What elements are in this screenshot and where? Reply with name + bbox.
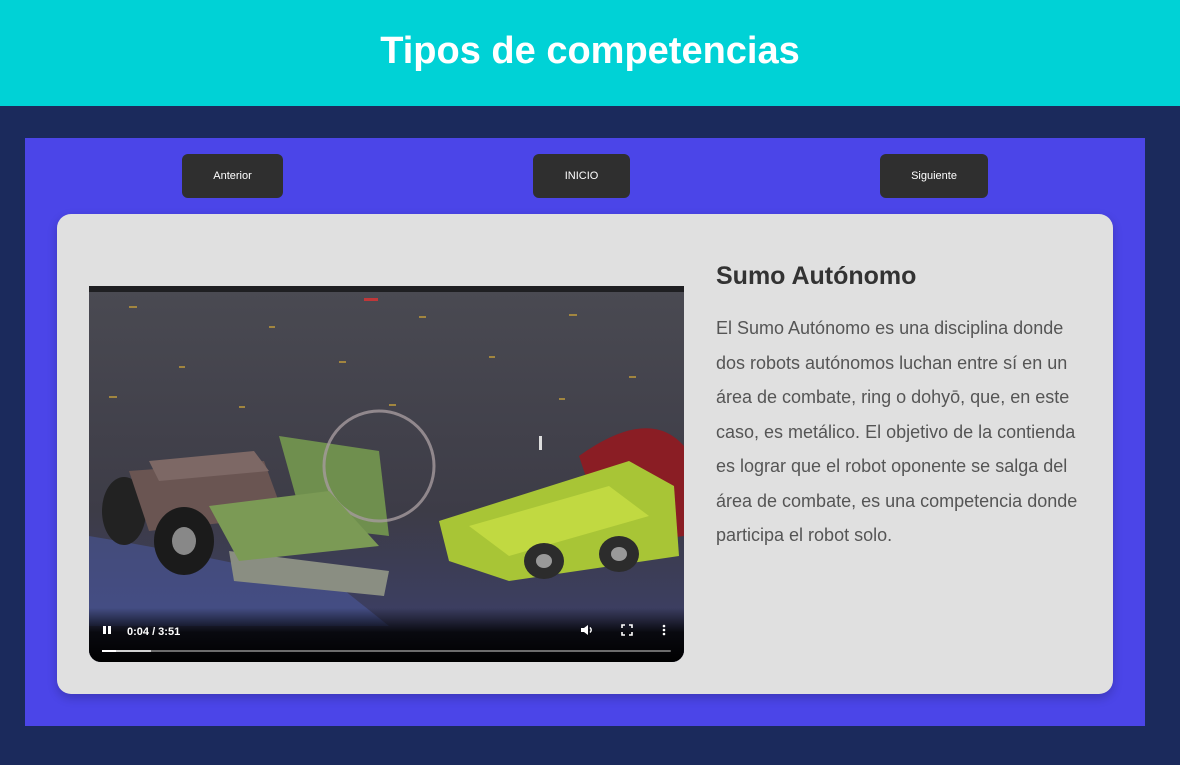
video-player[interactable]: 0:04 / 3:51 — [89, 286, 684, 662]
more-options-icon[interactable] — [662, 624, 666, 639]
page-header: Tipos de competencias — [0, 0, 1180, 106]
competition-text: Sumo Autónomo El Sumo Autónomo es una di… — [716, 262, 1086, 553]
video-played — [102, 650, 116, 652]
video-frame — [89, 286, 684, 662]
video-controls: 0:04 / 3:51 — [89, 608, 684, 662]
next-button[interactable]: Siguiente — [880, 154, 988, 198]
pause-icon[interactable] — [101, 624, 113, 639]
previous-button[interactable]: Anterior — [182, 154, 283, 198]
video-time: 0:04 / 3:51 — [127, 626, 181, 638]
competition-card: 0:04 / 3:51 Sumo Autónomo El Sumo Autóno… — [57, 214, 1113, 694]
competition-title: Sumo Autónomo — [716, 262, 917, 290]
volume-icon[interactable] — [580, 623, 594, 640]
home-button[interactable]: INICIO — [533, 154, 630, 198]
page-title: Tipos de competencias — [380, 29, 800, 72]
content-panel: Anterior INICIO Siguiente 0:04 / 3:51 Su… — [25, 138, 1145, 726]
competition-description: El Sumo Autónomo es una disciplina donde… — [716, 318, 1078, 545]
video-progress-bar[interactable] — [102, 650, 671, 652]
fullscreen-icon[interactable] — [621, 624, 633, 639]
